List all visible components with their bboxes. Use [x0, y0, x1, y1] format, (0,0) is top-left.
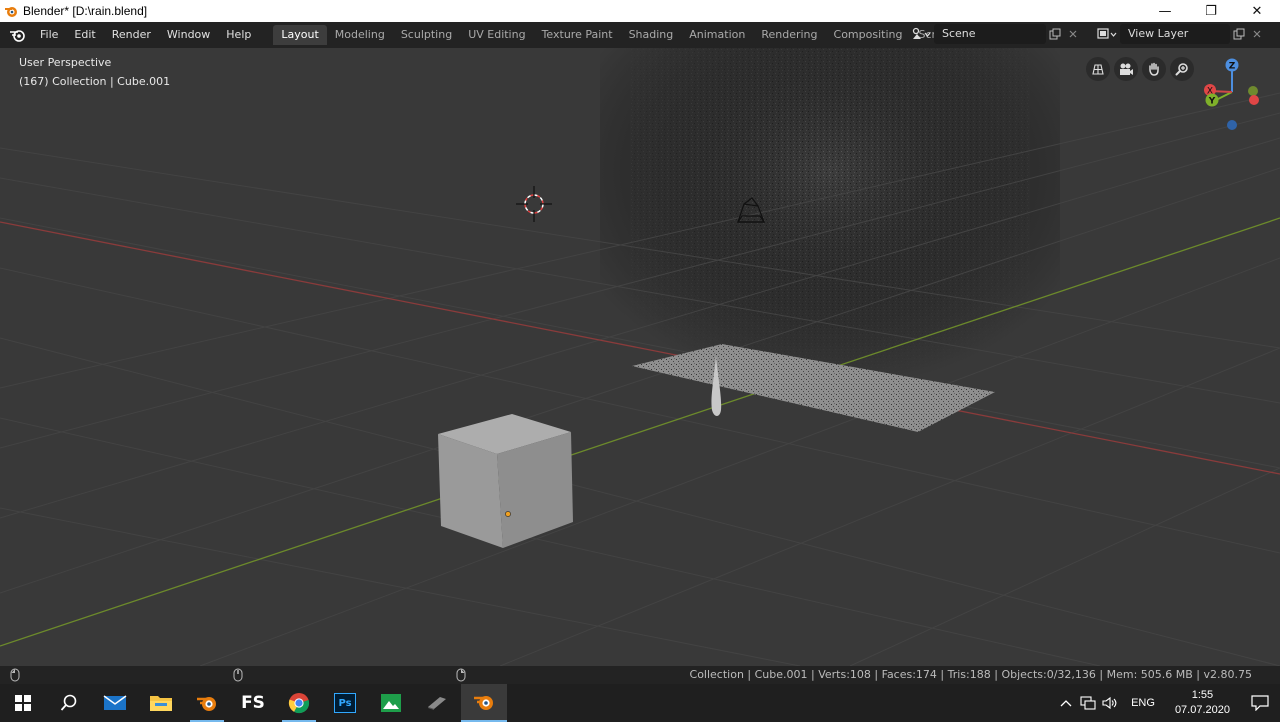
blender-active-taskbar-icon[interactable]: [461, 684, 507, 722]
cube-object[interactable]: [438, 414, 573, 548]
blender-taskbar-icon[interactable]: [184, 684, 230, 722]
tab-rendering[interactable]: Rendering: [753, 25, 825, 45]
view-perspective-label: User Perspective: [19, 56, 112, 69]
view-layer-name-field[interactable]: View Layer: [1120, 24, 1230, 44]
remove-scene-icon[interactable]: [1064, 24, 1082, 44]
new-view-layer-icon[interactable]: [1230, 24, 1248, 44]
windows-taskbar: FS Ps ENG 1:55 07.07.2020: [0, 684, 1280, 722]
scene-name-field[interactable]: Scene: [934, 24, 1046, 44]
network-icon[interactable]: [1077, 684, 1099, 722]
clock-time: 1:55: [1191, 689, 1214, 701]
pan-hand-icon[interactable]: [1142, 57, 1166, 81]
status-bar: Collection | Cube.001 | Verts:108 | Face…: [0, 666, 1280, 684]
gizmo-y-label: Y: [1208, 97, 1216, 107]
menu-file[interactable]: File: [32, 22, 66, 48]
tab-compositing[interactable]: Compositing: [826, 25, 911, 45]
tab-texture-paint[interactable]: Texture Paint: [534, 25, 621, 45]
tab-uv-editing[interactable]: UV Editing: [460, 25, 533, 45]
photoshop-icon[interactable]: Ps: [322, 684, 368, 722]
remove-view-layer-icon[interactable]: [1248, 24, 1266, 44]
viewport-scene: [0, 48, 1280, 666]
volume-icon[interactable]: [1099, 684, 1121, 722]
system-tray: ENG 1:55 07.07.2020: [1055, 684, 1280, 722]
object-origin: [505, 511, 511, 517]
scene-selector: Scene: [908, 24, 1082, 44]
minimize-button[interactable]: —: [1142, 0, 1188, 22]
3d-cursor[interactable]: [516, 186, 552, 222]
navigation-gizmo[interactable]: X Z Y: [1196, 54, 1266, 134]
blender-topbar: File Edit Render Window Help Layout Mode…: [0, 22, 1280, 48]
view-layer-selector: View Layer: [1094, 24, 1266, 44]
close-button[interactable]: ✕: [1234, 0, 1280, 22]
image-viewer-icon[interactable]: [368, 684, 414, 722]
input-language[interactable]: ENG: [1121, 697, 1165, 709]
gizmo-z-label: Z: [1229, 62, 1236, 72]
photoshop-label: Ps: [334, 693, 356, 713]
menu-window[interactable]: Window: [159, 22, 218, 48]
scene-icon[interactable]: [908, 24, 934, 44]
main-menu: File Edit Render Window Help: [32, 22, 259, 48]
blender-app-icon: [3, 3, 19, 19]
clock[interactable]: 1:55 07.07.2020: [1165, 688, 1240, 718]
tab-sculpting[interactable]: Sculpting: [393, 25, 460, 45]
viewport-nav-buttons: [1086, 57, 1194, 81]
file-explorer-icon[interactable]: [138, 684, 184, 722]
scene-statistics: Collection | Cube.001 | Verts:108 | Face…: [689, 668, 1252, 681]
chrome-icon[interactable]: [276, 684, 322, 722]
fs-app-icon[interactable]: FS: [230, 684, 276, 722]
mouse-left-icon: [10, 668, 20, 682]
fs-app-label: FS: [241, 693, 265, 713]
clock-date: 07.07.2020: [1174, 704, 1230, 716]
zoom-icon[interactable]: [1170, 57, 1194, 81]
mail-icon[interactable]: [92, 684, 138, 722]
tab-animation[interactable]: Animation: [681, 25, 753, 45]
3d-viewport[interactable]: User Perspective (167) Collection | Cube…: [0, 48, 1280, 666]
tab-modeling[interactable]: Modeling: [327, 25, 393, 45]
tray-overflow-chevron-icon[interactable]: [1055, 684, 1077, 722]
menu-edit[interactable]: Edit: [66, 22, 103, 48]
workspace-tabs: Layout Modeling Sculpting UV Editing Tex…: [273, 25, 991, 45]
tab-shading[interactable]: Shading: [621, 25, 682, 45]
mouse-right-icon: [456, 668, 466, 682]
collection-info-label: (167) Collection | Cube.001: [19, 75, 171, 88]
search-icon[interactable]: [46, 684, 92, 722]
window-titlebar: Blender* [D:\rain.blend] — ❐ ✕: [0, 0, 1280, 22]
blender-logo-icon[interactable]: [4, 22, 30, 48]
windows-start-icon[interactable]: [0, 684, 46, 722]
mouse-middle-icon: [233, 668, 243, 682]
menu-render[interactable]: Render: [104, 22, 159, 48]
view-layer-icon[interactable]: [1094, 24, 1120, 44]
toggle-ortho-icon[interactable]: [1086, 57, 1110, 81]
notifications-icon[interactable]: [1240, 684, 1280, 722]
menu-help[interactable]: Help: [218, 22, 259, 48]
tab-layout[interactable]: Layout: [273, 25, 327, 45]
maximize-button[interactable]: ❐: [1188, 0, 1234, 22]
camera-view-icon[interactable]: [1114, 57, 1138, 81]
tool-app-icon[interactable]: [414, 684, 460, 722]
new-scene-icon[interactable]: [1046, 24, 1064, 44]
window-title: Blender* [D:\rain.blend]: [23, 4, 148, 18]
